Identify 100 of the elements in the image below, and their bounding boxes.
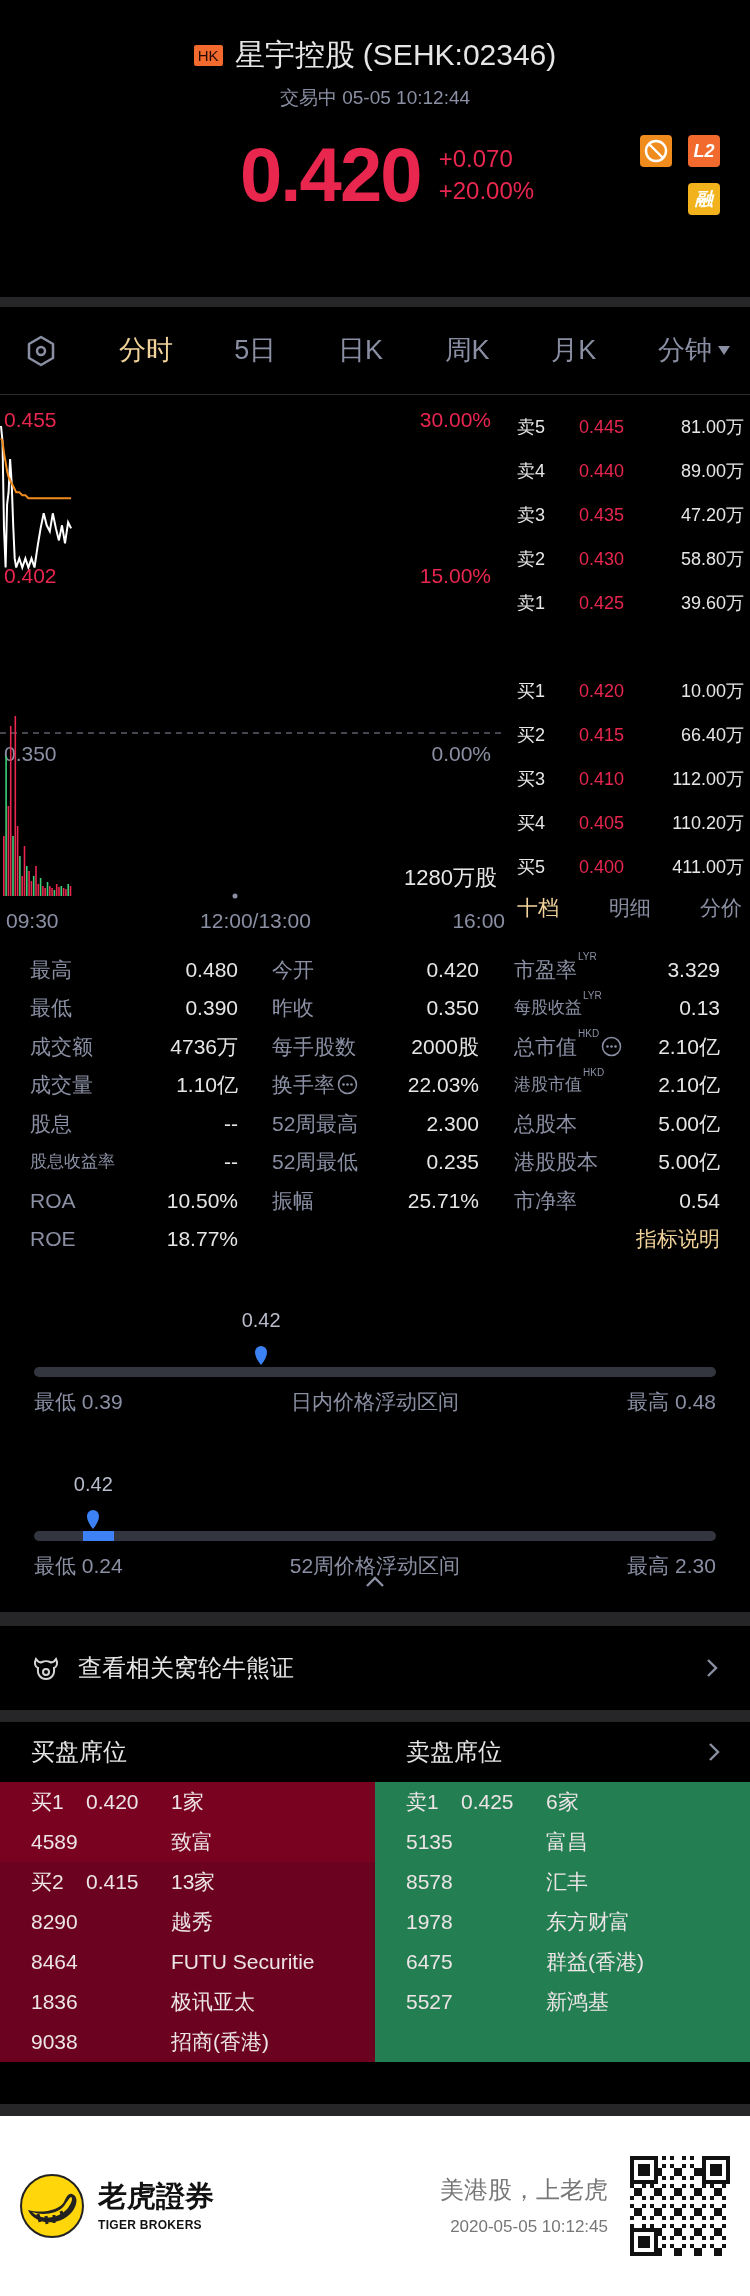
queue-price: 0.415 bbox=[86, 1869, 140, 1896]
stat-value: 25.71% bbox=[407, 1189, 479, 1211]
stat-value: 2.10亿 bbox=[658, 1074, 720, 1096]
bull-icon bbox=[32, 1655, 60, 1681]
stat-label: 每股收益 bbox=[514, 999, 582, 1017]
range-title: 日内价格浮动区间 bbox=[291, 1391, 459, 1412]
stat-label: 每手股数 bbox=[272, 1035, 356, 1057]
stat-value: 0.350 bbox=[426, 997, 479, 1019]
broker-name: 招商(香港) bbox=[171, 2029, 269, 2056]
stat-label: 最低 bbox=[30, 997, 72, 1019]
indicator-help-link[interactable]: 指标说明 bbox=[636, 1228, 720, 1250]
chart-tab[interactable]: 5日 bbox=[234, 337, 277, 364]
broker-code: 1836 bbox=[31, 1989, 79, 2016]
percent-label: 30.00% bbox=[419, 408, 491, 431]
tiger-logo-icon bbox=[20, 2174, 84, 2238]
stat-label: 振幅 bbox=[272, 1189, 314, 1211]
current-price-label: 0.42 bbox=[73, 1474, 113, 1494]
stat-label: 港股股本 bbox=[514, 1151, 598, 1173]
chevron-right-icon[interactable] bbox=[706, 1658, 718, 1678]
level-label: 卖3 bbox=[517, 503, 546, 527]
stat-value: -- bbox=[224, 1112, 238, 1134]
level-label: 卖5 bbox=[517, 415, 546, 439]
level-price: 0.435 bbox=[579, 503, 626, 527]
range-low: 最低 0.24 bbox=[34, 1555, 123, 1576]
time-label: 09:30 bbox=[6, 909, 59, 931]
stat-unit: LYR bbox=[578, 952, 597, 962]
chart-tab[interactable]: 分时 bbox=[118, 337, 173, 364]
prohibition-icon bbox=[640, 135, 672, 167]
broker-code: 8290 bbox=[31, 1909, 79, 1936]
warrants-link[interactable]: 查看相关窝轮牛熊证 bbox=[78, 1656, 294, 1680]
level-price: 0.405 bbox=[579, 811, 626, 835]
more-icon[interactable] bbox=[601, 1035, 623, 1057]
level-volume: 66.40万 bbox=[679, 723, 745, 747]
level-label: 买3 bbox=[517, 767, 546, 791]
level-label: 买1 bbox=[517, 679, 546, 703]
brand-name-english: TIGER BROKERS bbox=[98, 2218, 203, 2231]
order-book-tab[interactable]: 分价 bbox=[700, 897, 742, 918]
stat-label: 成交量 bbox=[30, 1074, 93, 1096]
stat-value: 2.10亿 bbox=[658, 1035, 720, 1057]
stat-value: 3.329 bbox=[667, 958, 720, 980]
stat-value: 18.77% bbox=[166, 1228, 238, 1250]
level-volume: 110.20万 bbox=[671, 811, 745, 835]
broker-code: 4589 bbox=[31, 1829, 79, 1856]
stat-label: 最高 bbox=[30, 958, 72, 980]
stat-label: 成交额 bbox=[30, 1035, 93, 1057]
level-label: 买5 bbox=[517, 855, 546, 879]
order-book-tab[interactable]: 十档 bbox=[517, 897, 559, 918]
stat-label: 股息收益率 bbox=[30, 1153, 115, 1171]
price-change: +0.070 bbox=[438, 144, 514, 174]
percent-label: 0.00% bbox=[431, 742, 491, 765]
stat-value: 0.235 bbox=[426, 1151, 479, 1173]
level-label: 卖4 bbox=[517, 459, 546, 483]
stat-label: 52周最高 bbox=[272, 1112, 359, 1134]
last-price: 0.420 bbox=[240, 137, 421, 213]
caret-icon bbox=[717, 346, 730, 355]
time-label: 12:00/13:00 bbox=[200, 909, 311, 931]
stat-value: 22.03% bbox=[407, 1074, 479, 1096]
order-book-tab[interactable]: 明细 bbox=[608, 897, 651, 918]
stock-title: 星宇控股 (SEHK:02346) bbox=[234, 40, 557, 70]
percent-label: 15.00% bbox=[419, 564, 491, 587]
stat-value: 0.480 bbox=[185, 958, 238, 980]
broker-name: 越秀 bbox=[171, 1909, 213, 1936]
level-price: 0.415 bbox=[579, 723, 626, 747]
settings-icon[interactable] bbox=[25, 334, 57, 367]
time-label: 16:00 bbox=[452, 909, 505, 931]
more-icon[interactable] bbox=[337, 1074, 358, 1096]
level-price: 0.400 bbox=[579, 855, 626, 879]
trading-status: 交易中 05-05 10:12:44 bbox=[279, 88, 471, 107]
queue-rank: 卖1 bbox=[406, 1789, 440, 1816]
level-price: 0.425 bbox=[579, 591, 626, 615]
price-label: 0.455 bbox=[4, 408, 57, 431]
stat-label: 总股本 bbox=[514, 1112, 577, 1134]
broker-name: 新鸿基 bbox=[546, 1989, 609, 2016]
chevron-right-icon[interactable] bbox=[708, 1742, 720, 1762]
chart-tab[interactable]: 月K bbox=[551, 337, 597, 364]
collapse-icon[interactable] bbox=[365, 1576, 385, 1588]
volume-label: 1280万股 bbox=[404, 865, 497, 890]
broker-code: 1978 bbox=[406, 1909, 454, 1936]
price-label: 0.402 bbox=[4, 564, 57, 587]
broker-code: 9038 bbox=[31, 2029, 79, 2056]
broker-name: 群益(香港) bbox=[546, 1949, 644, 1976]
current-price-label: 0.42 bbox=[241, 1310, 281, 1330]
stat-label: 昨收 bbox=[272, 997, 314, 1019]
stat-label: 总市值 bbox=[514, 1035, 577, 1057]
broker-name: 极讯亚太 bbox=[171, 1989, 255, 2016]
sell-queue-title: 卖盘席位 bbox=[405, 1737, 503, 1767]
level-price: 0.445 bbox=[579, 415, 626, 439]
stat-label: 市盈率 bbox=[514, 958, 577, 980]
range-band bbox=[83, 1531, 115, 1541]
level-price: 0.420 bbox=[579, 679, 626, 703]
range-low: 最低 0.39 bbox=[34, 1391, 123, 1412]
level-price: 0.440 bbox=[579, 459, 626, 483]
queue-price: 0.425 bbox=[461, 1789, 515, 1816]
chart-tab[interactable]: 周K bbox=[444, 337, 490, 364]
stat-label: ROA bbox=[30, 1189, 76, 1211]
percent-change: +20.00% bbox=[438, 176, 535, 206]
stat-unit: HKD bbox=[583, 1067, 605, 1078]
chart-tab[interactable]: 日K bbox=[337, 337, 383, 364]
level-volume: 39.60万 bbox=[679, 591, 745, 615]
chart-tab[interactable]: 分钟 bbox=[657, 337, 730, 364]
